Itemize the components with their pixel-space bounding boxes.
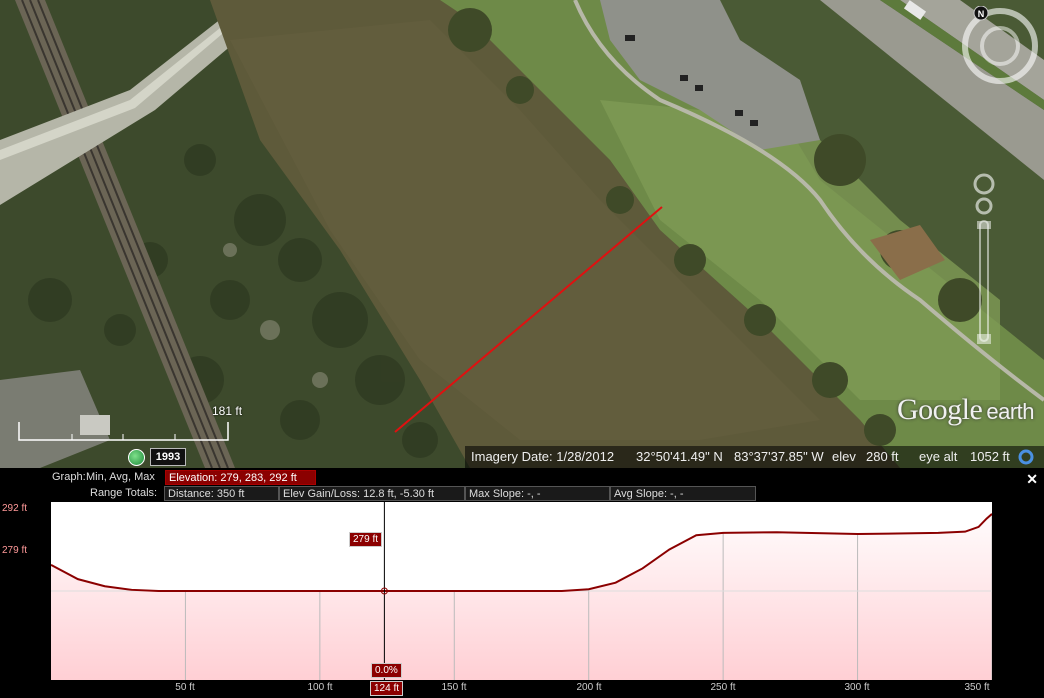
zoom-plus-icon [977, 221, 991, 229]
scale-bar-label: 181 ft [212, 404, 243, 418]
elev-gain-loss: Elev Gain/Loss: 12.8 ft, -5.30 ft [279, 486, 465, 501]
google-earth-logo: Google earth [897, 393, 1034, 427]
elevation-chart-svg[interactable] [50, 502, 993, 680]
elevation-summary: Elevation: 279, 283, 292 ft [165, 470, 316, 485]
latitude: 32°50'41.49" N [636, 449, 723, 464]
graph-value[interactable]: Min, Avg, Max [86, 470, 155, 485]
elevation-chart[interactable] [50, 502, 993, 680]
map-view[interactable]: N 181 ft 1993 Google earth Imagery Date: … [0, 0, 1044, 468]
x-tick-label: 300 ft [844, 682, 870, 693]
logo-earth: earth [986, 399, 1034, 424]
historical-imagery-year[interactable]: 1993 [150, 448, 186, 466]
graph-label: Graph: [52, 471, 86, 483]
look-joystick-icon[interactable] [973, 173, 995, 215]
status-bar: Imagery Date: 1/28/2012 32°50'41.49" N 8… [465, 446, 1044, 468]
cursor-distance-tag: 124 ft [370, 681, 404, 696]
cursor-elevation-tag: 279 ft [349, 532, 383, 547]
north-indicator[interactable]: N [978, 9, 985, 19]
range-totals-label: Range Totals: [90, 487, 158, 499]
x-tick-label: 50 ft [175, 682, 195, 693]
x-tick-label: 100 ft [307, 682, 333, 693]
elevation-profile-panel: Graph: Min, Avg, Max Elevation: 279, 283… [0, 468, 1044, 698]
x-tick-label: 350 ft [964, 682, 990, 693]
elev-label: elev [832, 449, 856, 464]
distance-total: Distance: 350 ft [164, 486, 279, 501]
eye-alt-value: 1052 ft [970, 449, 1010, 464]
x-tick-label: 250 ft [710, 682, 736, 693]
x-tick-label: 200 ft [576, 682, 602, 693]
satellite-imagery [0, 0, 1044, 468]
chart-area-above [51, 502, 992, 591]
historical-imagery-clock-icon[interactable] [128, 449, 145, 466]
elev-value: 280 ft [866, 449, 899, 464]
zoom-slider[interactable] [977, 220, 991, 344]
zoom-minus-icon [977, 334, 991, 344]
close-profile-button[interactable]: ✕ [1026, 472, 1038, 487]
y-tick-label: 292 ft [2, 503, 28, 514]
avg-slope: Avg Slope: -, - [610, 486, 756, 501]
logo-google: Google [897, 393, 983, 426]
scale-bar [18, 422, 229, 441]
compass-ring[interactable] [962, 8, 1038, 84]
longitude: 83°37'37.85" W [734, 449, 824, 464]
eye-alt-label: eye alt [919, 449, 958, 464]
navigation-controls[interactable]: N [960, 6, 1040, 356]
streaming-status-icon [1018, 449, 1034, 465]
x-tick-label: 150 ft [441, 682, 467, 693]
max-slope: Max Slope: -, - [465, 486, 610, 501]
cursor-slope-tag: 0.0% [371, 663, 402, 678]
y-tick-label: 279 ft [2, 545, 28, 556]
imagery-date: Imagery Date: 1/28/2012 [471, 449, 615, 464]
